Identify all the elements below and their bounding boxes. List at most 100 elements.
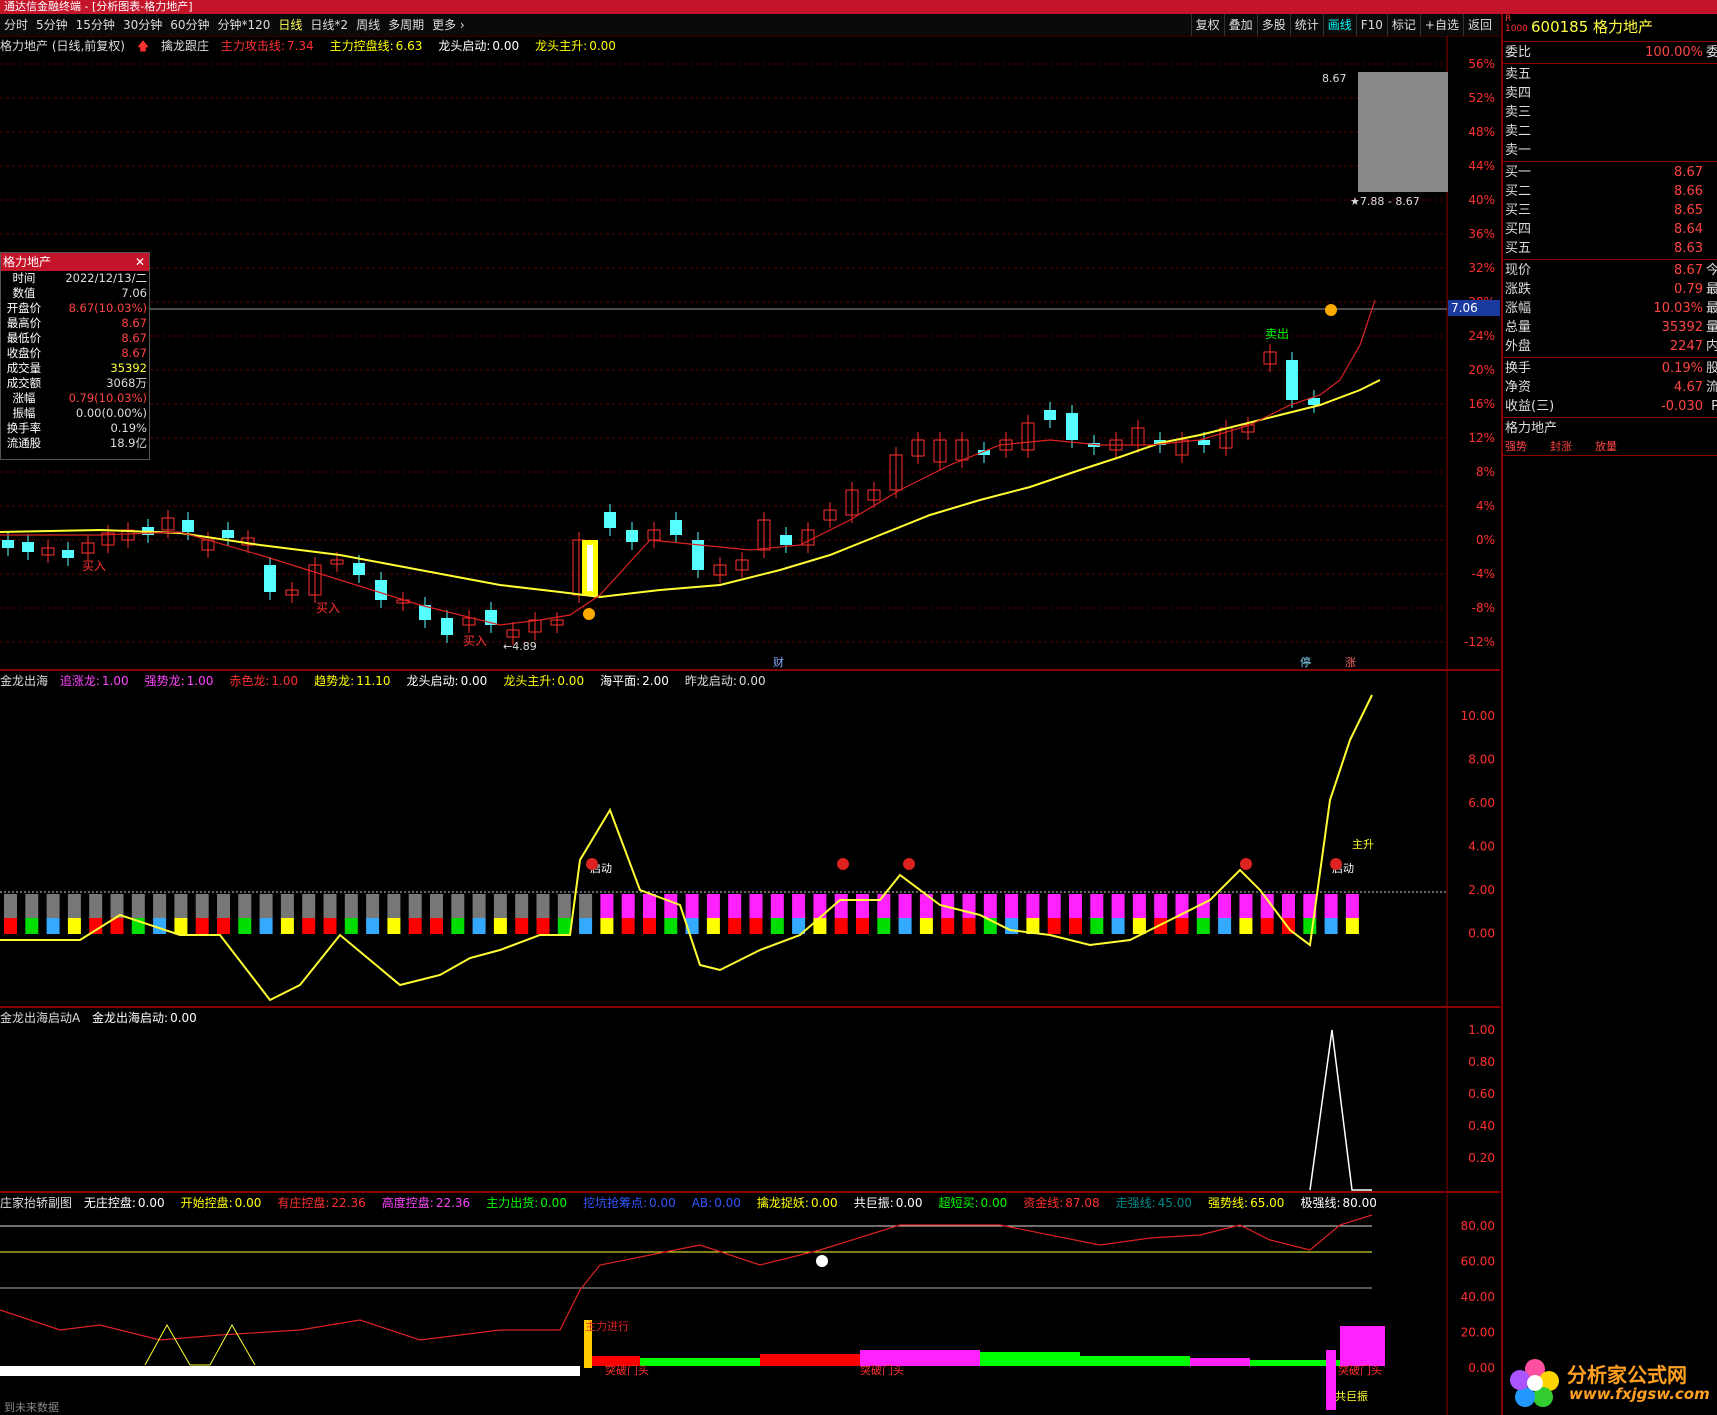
period-tab[interactable]: 日线*2 — [306, 14, 352, 36]
limit-block — [1358, 72, 1448, 192]
ask-row: 卖五 — [1505, 67, 1532, 82]
period-tab[interactable]: 30分钟 — [119, 14, 166, 36]
pane4-header: 庄家抬轿副图 无庄控盘: 0.00 开始控盘: 0.00 有庄控盘: 22.36 高度控盘:… — [0, 1194, 1401, 1211]
buy-signal: 买入 — [82, 559, 106, 573]
candle — [670, 520, 682, 535]
bar-top — [1132, 894, 1146, 918]
bar-top — [1239, 894, 1253, 918]
histogram-bar — [760, 1354, 860, 1366]
bar-top — [46, 894, 60, 918]
duo-icon — [837, 858, 849, 870]
status-tag: 强势 — [1505, 440, 1527, 453]
bar-bottom — [1324, 918, 1338, 934]
marker-ting: 停 — [1300, 655, 1311, 669]
candle — [1286, 360, 1298, 400]
histogram-bar — [980, 1352, 1080, 1366]
toolbar-button[interactable]: 画线 — [1322, 14, 1356, 36]
y-axis-label: 0.00 — [1468, 927, 1495, 941]
bar-top — [67, 894, 81, 918]
info-box[interactable]: 格力地产 ✕ 时间 2022/12/13/二 数值 7.06 开盘价 8.67(10.03%… — [0, 252, 150, 460]
bar-bottom — [557, 918, 571, 934]
pane2-title[interactable]: 金龙出海 — [0, 674, 48, 688]
period-tab[interactable]: 日线 — [274, 14, 306, 36]
toolbar-button[interactable]: +自选 — [1419, 14, 1463, 36]
period-tab[interactable]: 60分钟 — [166, 14, 213, 36]
bar-top — [195, 894, 209, 918]
bar-bottom — [579, 918, 593, 934]
watermark-url: www.fxjgsw.com — [1569, 1385, 1710, 1403]
stat-row: 收益(三) -0.030 P — [1505, 399, 1717, 414]
toolbar-button[interactable]: 统计 — [1289, 14, 1323, 36]
y-axis-label: 12% — [1468, 431, 1495, 445]
pane4-title[interactable]: 庄家抬轿副图 — [0, 1196, 72, 1210]
bid-row: 买一 8.67 — [1505, 165, 1703, 180]
bar-bottom — [280, 918, 294, 934]
stat-row: 涨幅 10.03% 最 — [1505, 301, 1717, 316]
period-tab[interactable]: 分时 — [0, 14, 32, 36]
up-arrow-icon: 🡅 — [136, 39, 150, 53]
period-tab[interactable]: 周线 — [352, 14, 384, 36]
bid-row: 买二 8.66 — [1505, 184, 1703, 199]
period-tab[interactable]: 分钟*120 — [214, 14, 275, 36]
period-tab[interactable]: 多周期 — [384, 14, 428, 36]
bar-bottom — [962, 918, 976, 934]
bar-bottom — [387, 918, 401, 934]
candle — [780, 535, 792, 545]
add-marker-icon — [816, 1255, 828, 1267]
pane3-title[interactable]: 金龙出海启动A — [0, 1011, 80, 1025]
ask-row: 卖四 — [1505, 86, 1532, 101]
candle — [626, 530, 638, 542]
bar-top — [238, 894, 252, 918]
y-axis-label: 36% — [1468, 227, 1495, 241]
bar-bottom — [728, 918, 742, 934]
close-icon[interactable]: ✕ — [135, 253, 145, 271]
y-axis-label: 6.00 — [1468, 796, 1495, 810]
bar-top — [1111, 894, 1125, 918]
bar-bottom — [770, 918, 784, 934]
bar-bottom — [1239, 918, 1253, 934]
period-tab[interactable]: 15分钟 — [72, 14, 119, 36]
bar-top — [664, 894, 678, 918]
toolbar-button[interactable]: 多股 — [1256, 14, 1290, 36]
bar-bottom — [643, 918, 656, 934]
info-row: 流通股 18.9亿 — [6, 436, 147, 450]
y-axis-label: 52% — [1468, 91, 1495, 105]
bar-top — [770, 894, 784, 918]
period-tab[interactable]: 更多 › — [428, 14, 469, 36]
up-signal-icon — [1325, 304, 1337, 316]
info-row: 换手率 0.19% — [6, 421, 147, 435]
toolbar-button[interactable]: 返回 — [1462, 14, 1496, 36]
indicator-param: 龙头主升: 0.00 — [503, 674, 585, 688]
toolbar-button[interactable]: 叠加 — [1223, 14, 1257, 36]
watermark-name: 分析家公式网 — [1567, 1363, 1687, 1387]
bar-bottom — [1132, 918, 1146, 934]
info-row: 成交量 35392 — [6, 361, 147, 375]
bar-top — [706, 894, 720, 918]
bar-bottom — [4, 918, 17, 934]
pane2-header: 金龙出海 追涨龙: 1.00 强势龙: 1.00 赤色龙: 1.00 趋势龙: 11.10 龙头… — [0, 672, 790, 689]
main-pane-header: 格力地产 (日线,前复权) 🡅 擒龙跟庄 主力攻击线: 7.34 主力控盘线: 6.6… — [0, 37, 640, 58]
bar-top — [579, 894, 593, 918]
indicator-name[interactable]: 擒龙跟庄 — [161, 39, 209, 53]
period-tab[interactable]: 5分钟 — [32, 14, 72, 36]
y-axis-label: 24% — [1468, 329, 1495, 343]
candle — [182, 520, 194, 532]
indicator-param: 主力控盘线: 6.63 — [329, 39, 423, 53]
toolbar-button[interactable]: 复权 — [1190, 14, 1224, 36]
toolbar-button[interactable]: F10 — [1355, 14, 1387, 36]
histogram-bar — [1190, 1358, 1250, 1366]
y-axis-label: 10.00 — [1461, 709, 1495, 723]
pane3-header: 金龙出海启动A 金龙出海启动: 0.00 — [0, 1009, 221, 1026]
zhuozhao-line — [144, 1323, 256, 1366]
bid-row: 买五 8.63 — [1505, 241, 1703, 256]
star-label: ★7.88 - 8.67 — [1350, 195, 1420, 208]
y-axis-label: 0.60 — [1468, 1087, 1495, 1101]
toolbar-button[interactable]: 标记 — [1386, 14, 1420, 36]
candle — [22, 542, 34, 552]
candle — [62, 550, 74, 558]
duo-icon — [586, 858, 598, 870]
histogram-bar — [1340, 1326, 1385, 1366]
bar-top — [856, 894, 869, 918]
bar-top — [515, 894, 529, 918]
limit-candle-inner — [587, 545, 593, 591]
